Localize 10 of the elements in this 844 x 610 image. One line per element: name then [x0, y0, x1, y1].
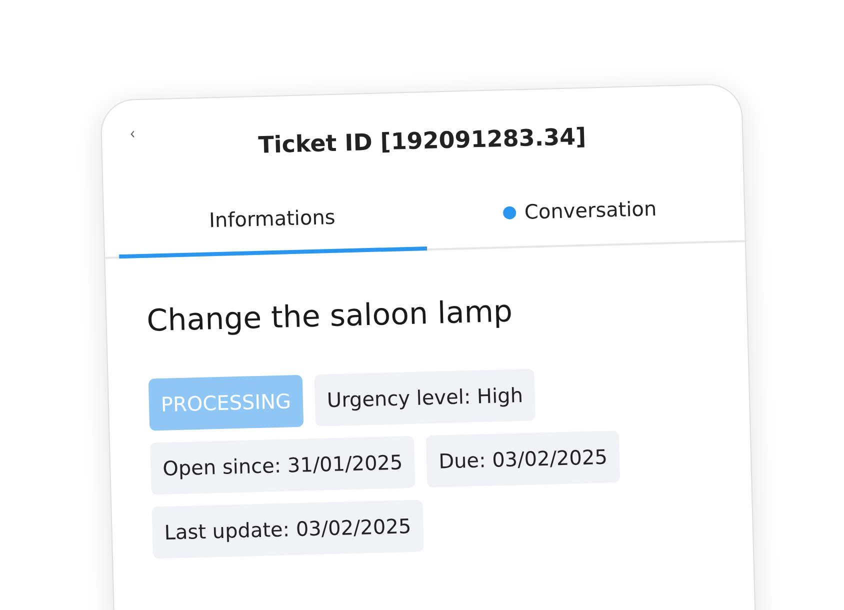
- info-tag: Last update: 03/02/2025: [152, 500, 424, 559]
- back-icon[interactable]: [130, 130, 136, 138]
- info-tag: Due: 03/02/2025: [426, 430, 620, 488]
- tab[interactable]: Informations: [117, 184, 428, 259]
- status-badge: PROCESSING: [148, 374, 304, 431]
- ticket-title: Ticket ID [192091283.34]: [258, 124, 586, 159]
- tab[interactable]: Conversation: [425, 176, 735, 250]
- info-tag: Urgency level: High: [314, 368, 536, 426]
- ticket-heading: Change the saloon lamp: [146, 293, 514, 339]
- info-tag: Open since: 31/01/2025: [150, 436, 416, 495]
